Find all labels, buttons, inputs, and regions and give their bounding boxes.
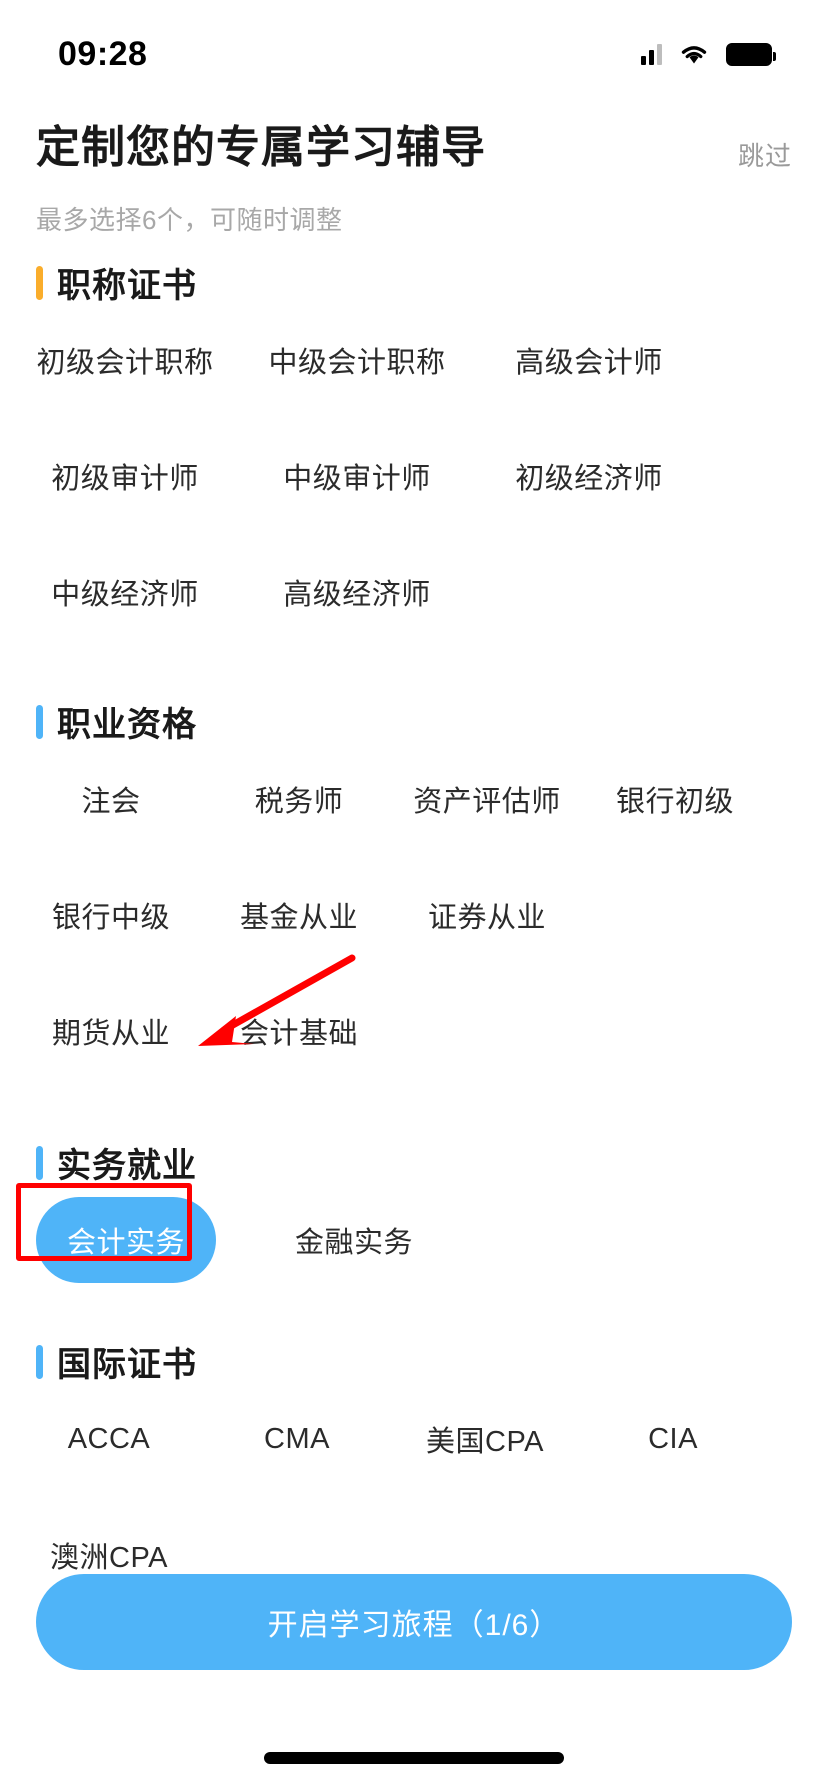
chip-option[interactable]: 初级审计师 (36, 433, 214, 519)
chip-option[interactable]: CIA (600, 1396, 746, 1482)
chip-option[interactable]: 中级会计职称 (268, 317, 446, 403)
page-subtitle: 最多选择6个，可随时调整 (36, 205, 343, 235)
section-header: 国际证书 (36, 1337, 792, 1386)
status-time: 09:28 (58, 34, 148, 73)
chip-option[interactable]: 会计基础 (224, 988, 374, 1074)
cta-container: 开启学习旅程（1/6） (0, 1574, 828, 1670)
section-title-certificates: 职称证书 初级会计职称 中级会计职称 高级会计师 初级审计师 中级审计师 初级经… (0, 258, 828, 635)
section-practical-employment: 实务就业 会计实务 金融实务 (0, 1138, 828, 1283)
section-title: 实务就业 (57, 1147, 197, 1185)
chip-option[interactable]: 银行初级 (600, 756, 750, 842)
section-title: 职称证书 (57, 267, 197, 305)
section-header: 职业资格 (36, 697, 792, 746)
app-screen: 09:28 定制您的专属学习辅导 跳过 最多选择6个，可随时调整 职称证书 初级… (0, 0, 828, 1792)
cellular-signal-icon (641, 43, 662, 65)
chip-option[interactable]: 证券从业 (412, 872, 562, 958)
chip-option[interactable]: 美国CPA (412, 1396, 558, 1482)
section-accent-bar (36, 1145, 43, 1180)
chip-group: ACCA CMA 美国CPA CIA 澳洲CPA (36, 1396, 792, 1598)
section-header: 职称证书 (36, 258, 792, 307)
section-accent-bar (36, 704, 43, 739)
chip-option[interactable]: 税务师 (224, 756, 374, 842)
chip-option[interactable]: 中级经济师 (36, 549, 214, 635)
row-spacer (36, 1482, 792, 1512)
status-bar: 09:28 (0, 0, 828, 100)
chip-group: 会计实务 金融实务 (36, 1197, 792, 1283)
chip-group: 初级会计职称 中级会计职称 高级会计师 初级审计师 中级审计师 初级经济师 中级… (36, 317, 792, 635)
chip-option[interactable]: 注会 (36, 756, 186, 842)
chip-option[interactable]: 初级会计职称 (36, 317, 214, 403)
start-learning-button[interactable]: 开启学习旅程（1/6） (36, 1574, 792, 1670)
skip-button[interactable]: 跳过 (738, 136, 792, 173)
status-icons (641, 42, 776, 66)
chip-option[interactable]: 高级经济师 (268, 549, 446, 635)
chip-option[interactable]: 期货从业 (36, 988, 186, 1074)
section-title: 职业资格 (57, 706, 197, 744)
chip-option[interactable]: ACCA (36, 1396, 182, 1482)
chip-option[interactable]: 银行中级 (36, 872, 186, 958)
battery-full-icon (726, 42, 776, 66)
home-indicator (264, 1752, 564, 1764)
chip-option[interactable]: 金融实务 (264, 1197, 444, 1283)
section-international-certificates: 国际证书 ACCA CMA 美国CPA CIA 澳洲CPA (0, 1337, 828, 1598)
chip-group: 注会 税务师 资产评估师 银行初级 银行中级 基金从业 证券从业 期货从业 会计… (36, 756, 792, 1074)
section-accent-bar (36, 1344, 43, 1379)
section-title: 国际证书 (57, 1346, 197, 1384)
section-header: 实务就业 (36, 1138, 792, 1187)
chip-option-selected[interactable]: 会计实务 (36, 1197, 216, 1283)
chip-option[interactable]: 资产评估师 (412, 756, 562, 842)
chip-option[interactable]: 高级会计师 (500, 317, 678, 403)
row-spacer (36, 958, 792, 988)
section-accent-bar (36, 265, 43, 300)
row-spacer (36, 842, 792, 872)
chip-option[interactable]: 基金从业 (224, 872, 374, 958)
category-sections: 职称证书 初级会计职称 中级会计职称 高级会计师 初级审计师 中级审计师 初级经… (0, 256, 828, 1598)
section-professional-qualification: 职业资格 注会 税务师 资产评估师 银行初级 银行中级 基金从业 证券从业 期货… (0, 697, 828, 1074)
chip-option[interactable]: CMA (224, 1396, 370, 1482)
page-header: 定制您的专属学习辅导 跳过 (0, 120, 828, 175)
page-title: 定制您的专属学习辅导 (36, 123, 486, 172)
row-spacer (36, 519, 792, 549)
wifi-icon (678, 42, 710, 66)
chip-option[interactable]: 初级经济师 (500, 433, 678, 519)
row-spacer (36, 403, 792, 433)
chip-option[interactable]: 中级审计师 (268, 433, 446, 519)
